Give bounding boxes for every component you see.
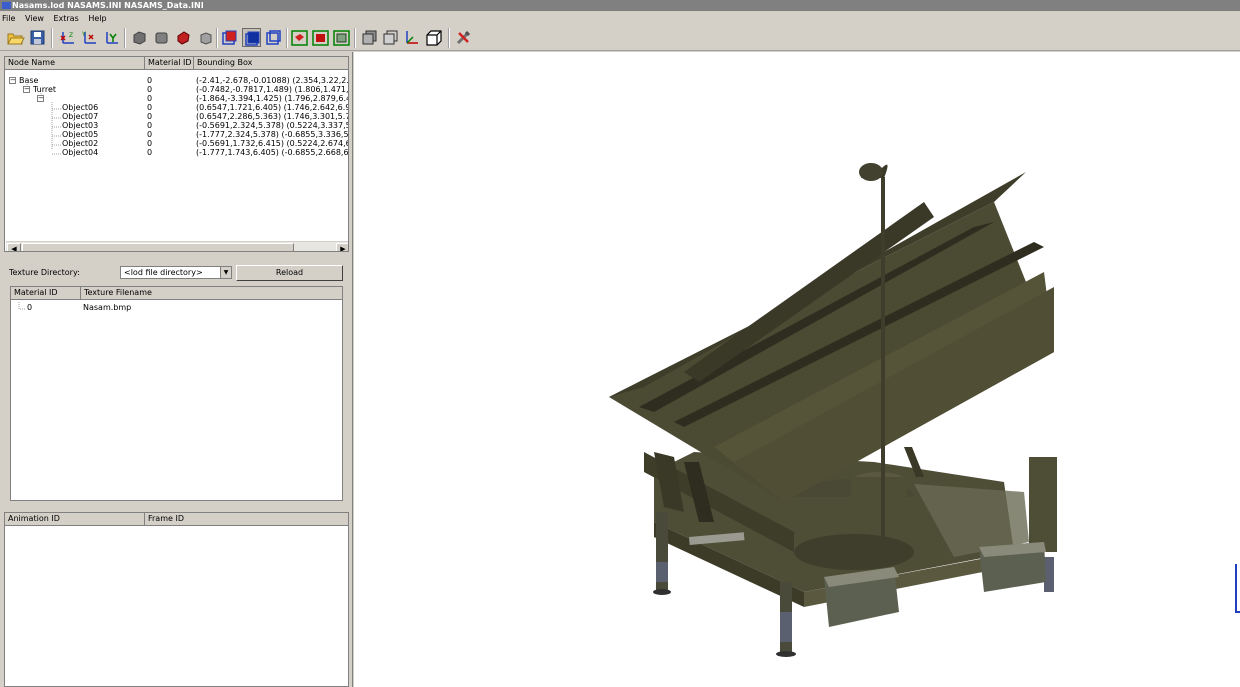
texture-directory-value: <lod file directory> xyxy=(124,268,203,277)
table-cell: (0.6547,2.286,5.363) (1.746,3.301,5.763) xyxy=(196,112,349,121)
reload-button[interactable]: Reload xyxy=(236,265,343,281)
texture-list[interactable]: Material ID Texture Filename 0 Nasam.bmp xyxy=(10,286,343,501)
textured-shade-icon[interactable] xyxy=(174,28,193,47)
table-cell: 0 xyxy=(147,130,153,139)
expand-turret-toggle[interactable]: − xyxy=(23,86,30,93)
column-material-id[interactable]: Material ID xyxy=(145,57,194,70)
tree-node-object06[interactable]: Object06 xyxy=(62,103,98,112)
table-cell: 0 xyxy=(147,139,153,148)
column-bounding-box[interactable]: Bounding Box xyxy=(194,57,348,70)
wire-shade-icon[interactable] xyxy=(196,28,215,47)
title-bar: Nasams.lod NASAMS.INI NASAMS_Data.INI xyxy=(0,0,1240,11)
texture-row-file[interactable]: Nasam.bmp xyxy=(83,303,131,312)
table-cell: 0 xyxy=(147,103,153,112)
menu-view[interactable]: View xyxy=(25,14,44,23)
green-outline-box-icon[interactable] xyxy=(332,28,351,47)
texture-directory-select[interactable]: <lod file directory> ▼ xyxy=(120,266,232,279)
green-red-box-icon[interactable] xyxy=(311,28,330,47)
column-texture-filename[interactable]: Texture Filename xyxy=(81,287,342,300)
rotate-z-icon[interactable] xyxy=(102,28,121,47)
table-cell: (0.6547,1.721,6.405) (1.746,2.642,6.992) xyxy=(196,103,349,112)
window-title: Nasams.lod NASAMS.INI NASAMS_Data.INI xyxy=(12,1,204,10)
table-cell: (-1.777,2.324,5.378) (-0.6855,3.336,5.78… xyxy=(196,130,349,139)
horizontal-scrollbar[interactable]: ◀ ▶ xyxy=(6,241,348,251)
left-panel: Node Name Material ID Bounding Box − Bas… xyxy=(0,52,353,687)
menu-extras[interactable]: Extras xyxy=(53,14,78,23)
texture-directory-label: Texture Directory: xyxy=(9,268,80,277)
table-cell: (-2.41,-2.678,-0.01088) (2.354,3.22,2.12… xyxy=(196,76,349,85)
svg-text:Y: Y xyxy=(81,31,86,38)
expand-base-toggle[interactable]: − xyxy=(9,77,16,84)
open-folder-icon[interactable] xyxy=(6,28,25,47)
scroll-thumb[interactable] xyxy=(22,243,294,251)
bbox-outline-icon[interactable] xyxy=(264,28,283,47)
scroll-left-icon[interactable]: ◀ xyxy=(7,243,21,251)
tree-node-object02[interactable]: Object02 xyxy=(62,139,98,148)
table-cell: (-0.5691,2.324,5.378) (0.5224,3.337,5.78… xyxy=(196,121,349,130)
column-frame-id[interactable]: Frame ID xyxy=(145,513,348,526)
green-box-icon[interactable] xyxy=(290,28,309,47)
toolbar-separator xyxy=(51,28,53,48)
axes-icon[interactable] xyxy=(402,28,421,47)
table-cell: (-0.7482,-0.7817,1.489) (1.806,1.471,6.6… xyxy=(196,85,349,94)
table-cell: 0 xyxy=(147,121,153,130)
bbox-red-icon[interactable] xyxy=(220,28,239,47)
tree-lines xyxy=(18,302,25,310)
table-cell: (-0.5691,1.732,6.415) (0.5224,2.674,6.96… xyxy=(196,139,349,148)
toolbar-separator xyxy=(448,28,450,48)
node-tree-list[interactable]: Node Name Material ID Bounding Box − Bas… xyxy=(4,56,349,252)
table-cell: 0 xyxy=(147,148,153,157)
tree-node-object04[interactable]: Object04 xyxy=(62,148,98,157)
chevron-down-icon[interactable]: ▼ xyxy=(220,267,231,278)
tree-node-object03[interactable]: Object03 xyxy=(62,121,98,130)
toolbar-separator xyxy=(216,28,218,48)
animation-list[interactable]: Animation ID Frame ID xyxy=(4,512,349,687)
menu-bar: File View Extras Help xyxy=(0,12,1240,25)
flat-shade-icon[interactable] xyxy=(152,28,171,47)
solid-shade-icon[interactable] xyxy=(130,28,149,47)
rotate-y-icon[interactable]: Y xyxy=(80,28,99,47)
stack-box-icon[interactable] xyxy=(360,28,379,47)
column-animation-id[interactable]: Animation ID xyxy=(5,513,145,526)
table-cell: (-1.777,1.743,6.405) (-0.6855,2.668,6.98… xyxy=(196,148,349,157)
table-cell: 0 xyxy=(147,112,153,121)
scroll-right-icon[interactable]: ▶ xyxy=(336,243,348,251)
tree-node-object05[interactable]: Object05 xyxy=(62,130,98,139)
toolbar-separator xyxy=(286,28,288,48)
expand-group-toggle[interactable]: − xyxy=(37,95,44,102)
menu-help[interactable]: Help xyxy=(88,14,106,23)
table-cell: (-1.864,-3.394,1.425) (1.796,2.879,6.428… xyxy=(196,94,349,103)
stack-outline-box-icon[interactable] xyxy=(381,28,400,47)
texture-row-material[interactable]: 0 xyxy=(27,303,32,312)
tools-icon[interactable] xyxy=(454,28,473,47)
menu-file[interactable]: File xyxy=(2,14,15,23)
toolbar-separator xyxy=(124,28,126,48)
rotate-x-icon[interactable]: Z xyxy=(58,28,77,47)
table-cell: 0 xyxy=(147,94,153,103)
tree-node-object07[interactable]: Object07 xyxy=(62,112,98,121)
svg-text:Z: Z xyxy=(69,32,73,39)
bbox-blue-icon[interactable] xyxy=(242,28,261,47)
table-cell: 0 xyxy=(147,76,153,85)
cube-outline-icon[interactable] xyxy=(424,28,443,47)
3d-viewport[interactable] xyxy=(354,52,1240,687)
app-icon xyxy=(2,2,11,9)
table-cell: 0 xyxy=(147,85,153,94)
tree-lines xyxy=(26,84,61,155)
toolbar-separator xyxy=(354,28,356,48)
tree-node-base[interactable]: Base xyxy=(19,76,38,85)
tree-node-turret[interactable]: Turret xyxy=(33,85,56,94)
save-disk-icon[interactable] xyxy=(28,28,47,47)
toolbar: Z Y xyxy=(0,25,1240,51)
nasams-launcher-model xyxy=(609,163,1240,657)
